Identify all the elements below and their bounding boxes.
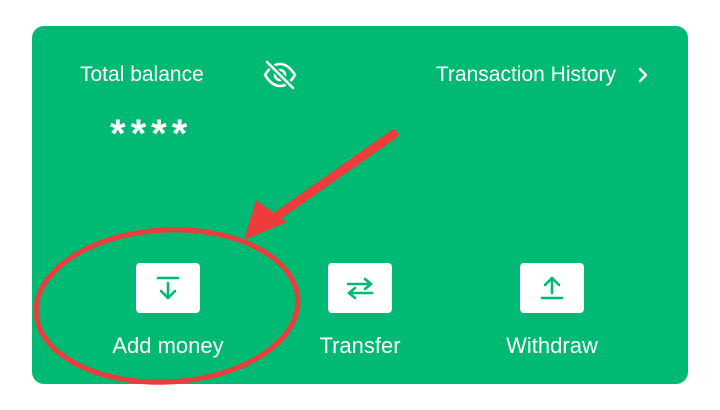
balance-card: Total balance Transaction History **** A… [32,26,688,384]
download-icon [156,276,180,300]
transfer-button[interactable]: Transfer [275,263,445,359]
chevron-right-icon [636,67,650,83]
swap-arrows-icon [346,277,374,300]
add-money-label: Add money [112,333,224,358]
add-money-button[interactable]: Add money [83,263,253,359]
add-money-icon-tile [136,263,200,313]
withdraw-icon-tile [520,263,584,313]
transfer-label: Transfer [319,333,401,358]
hide-balance-toggle[interactable] [260,55,300,95]
withdraw-label: Withdraw [506,333,598,358]
total-balance-label: Total balance [80,63,204,86]
transfer-icon-tile [328,263,392,313]
transaction-history-link[interactable]: Transaction History [436,62,650,88]
eye-off-icon [263,59,297,91]
transaction-history-label: Transaction History [435,63,616,86]
upload-icon [540,276,564,300]
withdraw-button[interactable]: Withdraw [467,263,637,359]
screen: Total balance Transaction History **** A… [0,0,720,410]
balance-amount: **** [110,112,193,156]
